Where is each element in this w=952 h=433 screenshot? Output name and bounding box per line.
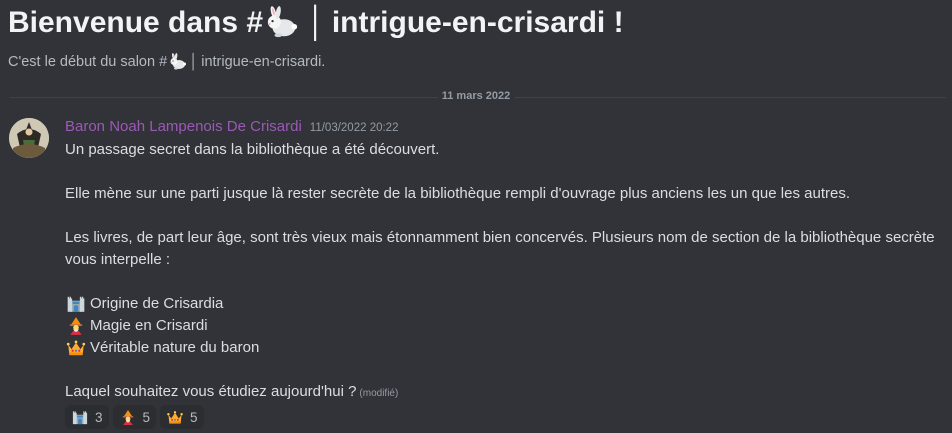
- wizard-icon: [119, 409, 137, 426]
- reaction-castle[interactable]: 3: [65, 405, 109, 429]
- reaction-crown[interactable]: 5: [160, 405, 204, 429]
- message-line: Les livres, de part leur âge, sont très …: [65, 229, 935, 246]
- subtitle-prefix: C'est le début du salon #: [8, 54, 168, 70]
- edited-tag: (modifié): [359, 388, 399, 399]
- reaction-count: 5: [142, 409, 151, 425]
- message-question: Laquel souhaitez vous étudiez aujourd'hu…: [65, 381, 950, 405]
- message-line: Elle mène sur une parti jusque là rester…: [65, 185, 850, 202]
- reaction-count: 5: [190, 409, 198, 425]
- crown-icon: [65, 338, 87, 358]
- welcome-prefix: Bienvenue dans #: [8, 6, 264, 39]
- option-label: Véritable nature du baron: [90, 339, 260, 356]
- option-line: Magie en Crisardi: [65, 315, 950, 337]
- welcome-channel-name: intrigue-en-crisardi !: [331, 6, 624, 39]
- message: Baron Noah Lampenois De Crisardi 11/03/2…: [0, 112, 952, 433]
- option-label: Magie en Crisardi: [90, 317, 208, 334]
- channel-start-subtitle: C'est le début du salon # │ intrigue-en-…: [8, 53, 325, 71]
- castle-icon: [65, 294, 87, 314]
- date-divider-label: 11 mars 2022: [437, 90, 515, 102]
- reaction-wizard[interactable]: 5: [112, 405, 157, 429]
- avatar-image: [9, 118, 49, 158]
- channel-welcome-title: Bienvenue dans # │ intrigue-en-crisardi …: [8, 6, 624, 40]
- question-text: Laquel souhaitez vous étudiez aujourd'hu…: [65, 383, 357, 400]
- option-line: Véritable nature du baron: [65, 337, 950, 359]
- option-line: Origine de Crisardia: [65, 293, 950, 315]
- subtitle-channel-name: intrigue-en-crisardi.: [201, 54, 326, 70]
- channel-separator: │: [307, 6, 326, 39]
- message-content: Un passage secret dans la bibliothèque a…: [65, 139, 950, 405]
- channel-view: Bienvenue dans # │ intrigue-en-crisardi …: [0, 0, 952, 433]
- wizard-icon: [65, 316, 87, 336]
- message-timestamp[interactable]: 11/03/2022 20:22: [310, 122, 399, 134]
- subtitle-separator: │: [189, 54, 199, 70]
- reaction-count: 3: [95, 409, 103, 425]
- message-line: Un passage secret dans la bibliothèque a…: [65, 141, 440, 158]
- rabbit-icon: [265, 6, 299, 40]
- reactions-bar: 3 5 5: [65, 405, 204, 429]
- rabbit-icon: [169, 53, 187, 71]
- castle-icon: [71, 409, 89, 426]
- message-header: Baron Noah Lampenois De Crisardi 11/03/2…: [65, 118, 398, 135]
- crown-icon: [166, 409, 184, 426]
- message-line: vous interpelle :: [65, 251, 171, 268]
- message-author[interactable]: Baron Noah Lampenois De Crisardi: [65, 118, 302, 135]
- avatar[interactable]: [9, 118, 49, 158]
- option-label: Origine de Crisardia: [90, 295, 224, 312]
